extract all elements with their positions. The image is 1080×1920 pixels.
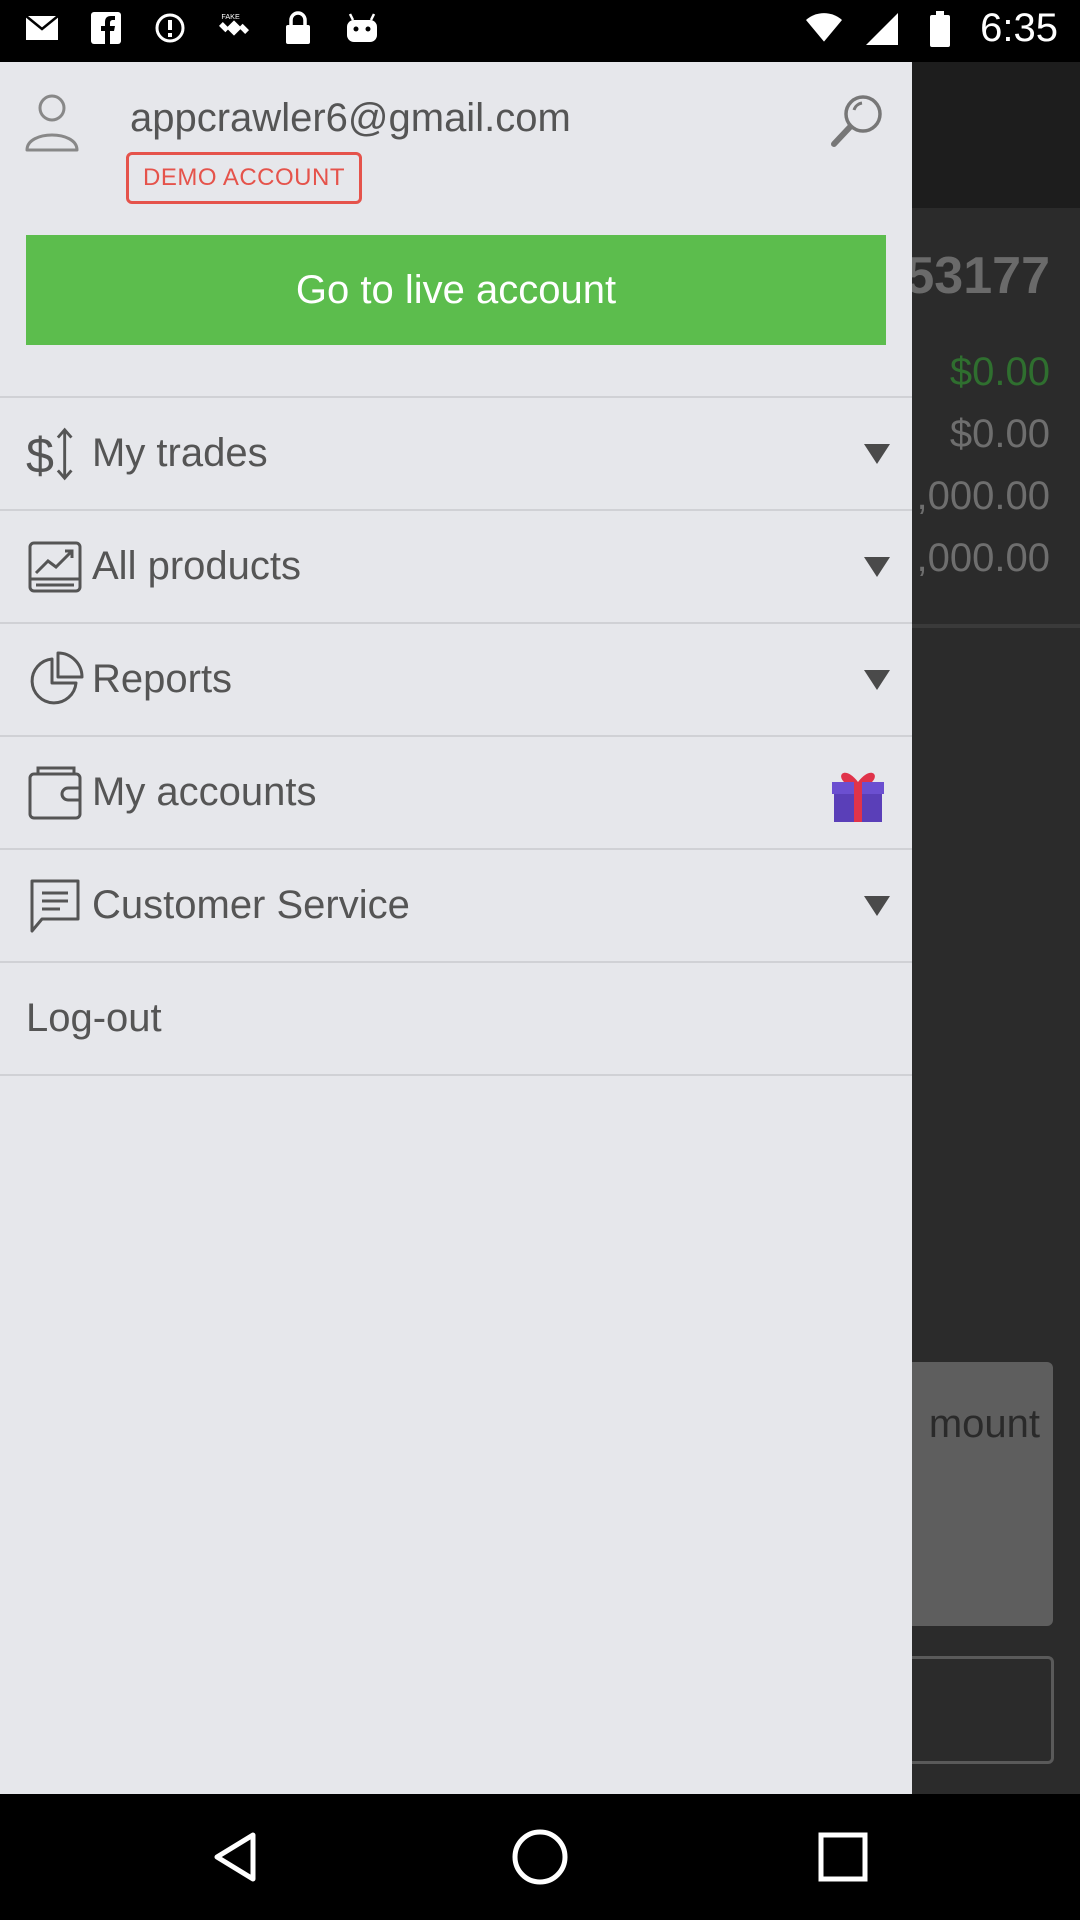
menu-item-reports[interactable]: Reports [0, 624, 912, 737]
back-button[interactable] [204, 1824, 270, 1890]
svg-text:FAKE: FAKE [221, 12, 240, 21]
android-icon [344, 10, 380, 46]
alert-circle-icon [152, 10, 188, 46]
chevron-down-icon [864, 895, 890, 916]
home-icon [512, 1829, 568, 1885]
wifi-icon [806, 11, 843, 47]
recents-icon [818, 1832, 868, 1882]
home-button[interactable] [507, 1824, 573, 1890]
clock: 6:35 [980, 6, 1058, 50]
fake-gps-icon: FAKE [216, 10, 252, 46]
lock-icon [280, 10, 316, 46]
background-amount: ,000.00 [916, 536, 1050, 580]
menu-item-label: Reports [92, 657, 233, 701]
gift-icon[interactable] [830, 762, 886, 824]
pie-chart-icon [26, 651, 84, 709]
drawer-menu: $ My trades All products Reports My acco… [0, 396, 912, 1076]
menu-item-my-trades[interactable]: $ My trades [0, 398, 912, 511]
chevron-down-icon [864, 669, 890, 690]
background-amount: $0.00 [949, 350, 1050, 394]
menu-item-label: My trades [92, 431, 268, 475]
status-bar: FAKE 6:35 [0, 0, 1080, 62]
battery-icon [922, 10, 958, 47]
recents-button[interactable] [810, 1824, 876, 1890]
user-email: appcrawler6@gmail.com [130, 96, 571, 140]
background-amount: ,000.00 [916, 474, 1050, 518]
chevron-down-icon [864, 443, 890, 464]
back-icon [214, 1832, 256, 1882]
signal-icon [864, 11, 900, 47]
menu-item-customer-service[interactable]: Customer Service [0, 850, 912, 963]
wallet-icon [26, 764, 84, 822]
background-account-number: 53177 [905, 247, 1050, 305]
menu-item-my-accounts[interactable]: My accounts [0, 737, 912, 850]
menu-item-logout[interactable]: Log-out [0, 963, 912, 1076]
chart-icon [26, 538, 84, 596]
background-panel-label: mount [928, 1402, 1040, 1446]
mail-icon [24, 10, 60, 46]
menu-item-label: Customer Service [92, 883, 410, 927]
facebook-icon [88, 10, 124, 46]
system-nav-bar [0, 1794, 1080, 1920]
search-button[interactable] [828, 90, 888, 150]
search-icon [831, 95, 882, 147]
navigation-drawer: appcrawler6@gmail.com DEMO ACCOUNT Go to… [0, 62, 912, 1794]
menu-item-label: My accounts [92, 770, 317, 814]
menu-item-label: All products [92, 544, 301, 588]
avatar-icon [24, 90, 80, 154]
chat-icon [26, 877, 84, 935]
background-amount: $0.00 [949, 412, 1050, 456]
go-to-live-account-button[interactable]: Go to live account [26, 235, 886, 345]
dollar-arrows-icon: $ [26, 425, 84, 483]
chevron-down-icon [864, 556, 890, 577]
demo-account-badge: DEMO ACCOUNT [126, 152, 363, 204]
svg-text:$: $ [26, 427, 54, 483]
logout-label: Log-out [26, 996, 162, 1040]
menu-item-all-products[interactable]: All products [0, 511, 912, 624]
